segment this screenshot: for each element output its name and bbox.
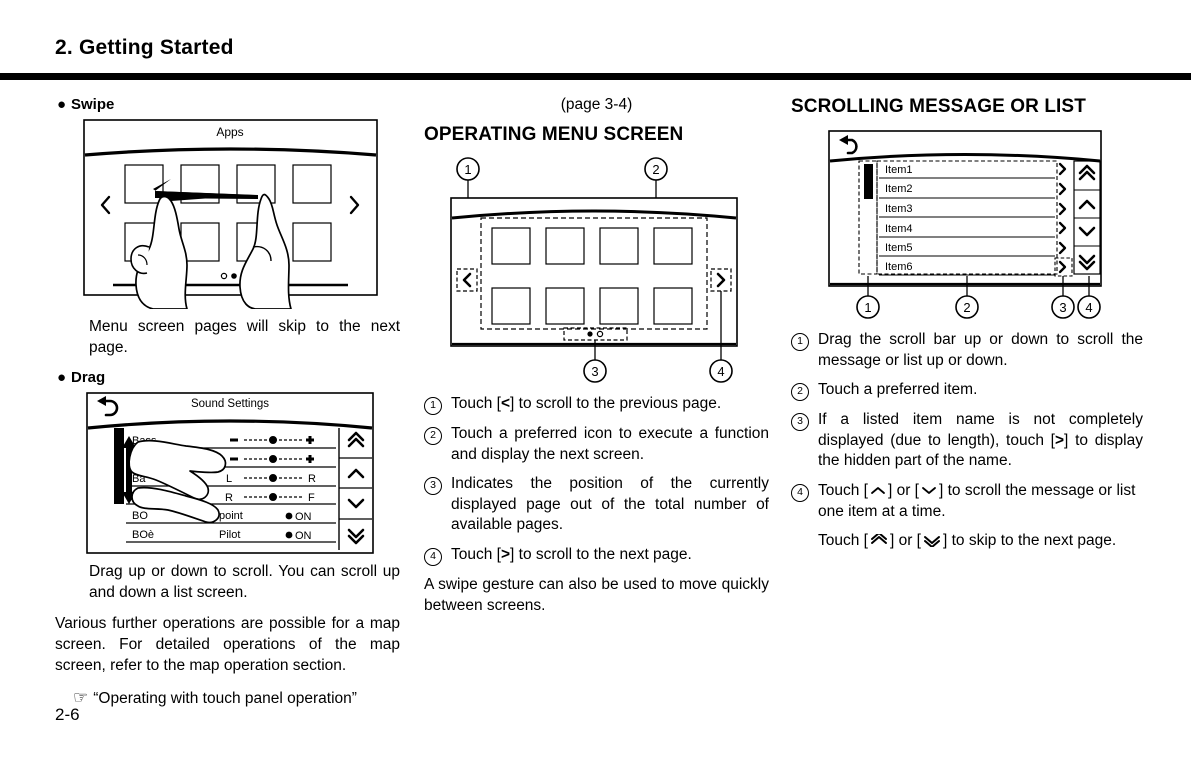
sound-settings-title: Sound Settings [191, 398, 269, 410]
callout-text: Touch [] or [] to scroll the message or … [818, 482, 1136, 550]
list-item-label: Item5 [885, 242, 913, 254]
list-item: 3 If a listed item name is not completel… [791, 410, 1143, 472]
svg-text:R: R [308, 473, 316, 485]
callout-number: 1 [791, 333, 809, 351]
svg-text:3: 3 [591, 364, 598, 379]
list-item: 1 Touch [<] to scroll to the previous pa… [424, 394, 769, 415]
svg-text:ON: ON [295, 530, 312, 542]
callout-text: Touch [<] to scroll to the previous page… [451, 395, 722, 412]
cross-reference: ☞ “Operating with touch panel operation” [73, 687, 400, 710]
key-glyph: < [500, 395, 511, 412]
header-divider [0, 73, 1191, 80]
apps-screen-illustration: Apps [83, 119, 378, 309]
list-item: 1 Drag the scroll bar up or down to scro… [791, 330, 1143, 371]
operating-menu-callout-list: 1 Touch [<] to scroll to the previous pa… [424, 394, 769, 567]
operating-menu-illustration: 1 2 3 4 [450, 157, 738, 383]
callout-text: Touch [>] to scroll to the next page. [451, 546, 692, 564]
svg-text:R: R [225, 492, 233, 504]
swipe-label: Swipe [71, 96, 115, 113]
svg-text:4: 4 [717, 364, 724, 379]
key-glyph: > [1054, 431, 1065, 449]
callout-text: If a listed item name is not completely … [818, 411, 1143, 470]
svg-text:2: 2 [652, 162, 659, 177]
callout-number: 4 [424, 548, 442, 567]
closing-paragraph-left: Various further operations are possible … [55, 615, 400, 674]
bullet-icon: ● [57, 96, 67, 113]
sound-settings-figure: Sound Settings Bass Ba BO BOè [86, 392, 400, 555]
callout-text: Touch a preferred item. [818, 381, 978, 399]
list-item: 4 Touch [>] to scroll to the next page. [424, 545, 769, 567]
cross-reference-text: “Operating with touch panel operation” [93, 690, 357, 708]
scrolling-callout-list: 1 Drag the scroll bar up or down to scro… [791, 330, 1143, 552]
apps-screen-figure: Apps [83, 119, 400, 309]
section-heading-scrolling: SCROLLING MESSAGE OR LIST [791, 96, 1086, 117]
callout-number: 2 [791, 383, 809, 402]
list-item: 2 Touch a preferred icon to execute a fu… [424, 424, 769, 465]
list-item: 3 Indicates the position of the currentl… [424, 474, 769, 536]
key-glyph: > [500, 546, 511, 564]
callout-number: 4 [791, 484, 809, 503]
scrollbar-thumb [864, 164, 873, 199]
svg-text:1: 1 [464, 162, 471, 177]
list-item: 4 Touch [] or [] to scroll the message o… [791, 481, 1143, 552]
svg-text:1: 1 [864, 300, 871, 315]
row-label-4: BOè [132, 529, 154, 541]
svg-text:2: 2 [963, 300, 970, 315]
list-item: 2 Touch a preferred item. [791, 380, 1143, 402]
drag-label: Drag [71, 369, 106, 387]
svg-text:ON: ON [295, 511, 312, 523]
svg-text:F: F [308, 492, 315, 504]
down-icon [922, 487, 936, 494]
list-item-label: Item1 [885, 164, 913, 176]
svg-text:L: L [226, 473, 232, 485]
page-reference: (page 3-4) [560, 96, 633, 113]
callout-text: Drag the scroll bar up or down to scroll… [818, 331, 1143, 369]
scrolling-list-figure: Item1 Item2 Item3 Item4 Item5 Item6 1 2 … [809, 128, 1143, 320]
svg-text:4: 4 [1085, 300, 1092, 315]
page-number: 2-6 [55, 705, 80, 724]
scrolling-list-illustration: Item1 Item2 Item3 Item4 Item5 Item6 1 2 … [828, 130, 1102, 319]
up-icon [871, 487, 885, 494]
svg-text:Pilot: Pilot [219, 529, 240, 541]
row-label-3: BO [132, 510, 148, 522]
svg-text:3: 3 [1059, 300, 1066, 315]
callout-text: Touch a preferred icon to execute a func… [451, 425, 769, 463]
sound-settings-illustration: Sound Settings Bass Ba BO BOè [86, 392, 374, 555]
list-item-label: Item3 [885, 203, 913, 215]
callout-number: 2 [424, 427, 442, 445]
callout-number: 3 [424, 477, 442, 496]
drag-caption: Drag up or down to scroll. You can scrol… [89, 563, 400, 601]
svg-text:point: point [219, 510, 243, 522]
drag-heading: ● Drag [57, 369, 400, 386]
closing-paragraph-center: A swipe gesture can also be used to move… [424, 576, 769, 614]
callout-text: Indicates the position of the currently … [451, 475, 769, 534]
operating-menu-figure: 1 2 3 4 [424, 156, 769, 384]
callout-number: 3 [791, 413, 809, 432]
bullet-icon: ● [57, 369, 67, 387]
column-left: ● Swipe Apps Menu screen pages will skip… [55, 96, 400, 721]
column-right: SCROLLING MESSAGE OR LIST Item1 Item2 It… [791, 96, 1143, 561]
swipe-heading: ● Swipe [57, 96, 400, 113]
page-title: 2. Getting Started [55, 36, 234, 59]
callout-number: 1 [424, 397, 442, 415]
section-heading-operating-menu: OPERATING MENU SCREEN [424, 124, 684, 145]
column-center: (page 3-4) OPERATING MENU SCREEN 1 2 3 4… [424, 96, 769, 627]
swipe-caption: Menu screen pages will skip to the next … [89, 318, 400, 356]
apps-screen-title: Apps [216, 125, 243, 139]
list-item-label: Item2 [885, 183, 913, 195]
list-item-label: Item6 [885, 261, 913, 273]
list-item-label: Item4 [885, 223, 913, 235]
